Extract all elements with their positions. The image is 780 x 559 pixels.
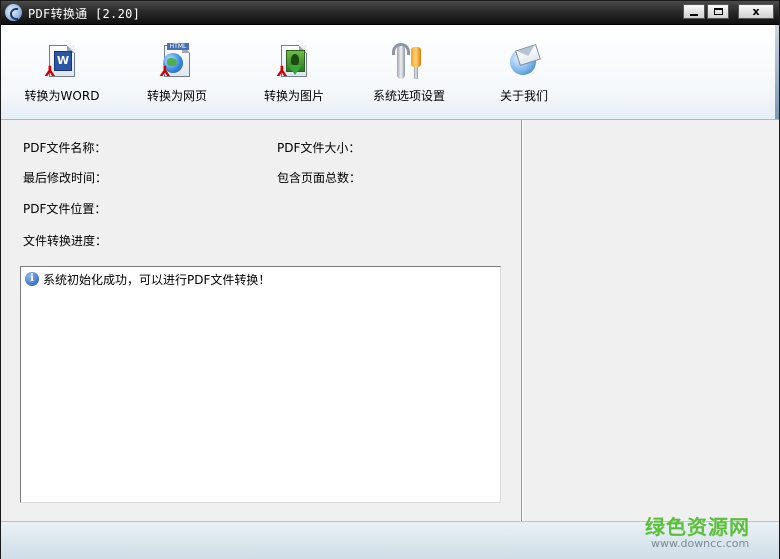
window-title: PDF转换通 [2.20] (28, 7, 141, 21)
pdf-to-html-icon: HTML ⅄ (157, 43, 197, 83)
toolbar: ⅄ 转换为WORD HTML ⅄ 转换为网页 ⅄ 转换为图片 (1, 25, 779, 120)
file-info-panel: PDF文件名称： PDF文件大小： 最后修改时间： 包含页面总数： PDF文件位… (1, 120, 521, 521)
convert-to-html-button[interactable]: HTML ⅄ 转换为网页 (141, 43, 213, 103)
pdf-to-word-icon: ⅄ (42, 43, 82, 83)
modified-time-label: 最后修改时间： (23, 171, 108, 185)
log-message: 系统初始化成功，可以进行PDF文件转换！ (43, 272, 271, 287)
settings-tools-icon (391, 43, 431, 83)
title-bar[interactable]: PDF转换通 [2.20] x (1, 1, 779, 25)
maximize-button[interactable] (707, 4, 729, 19)
list-item[interactable]: i 系统初始化成功，可以进行PDF文件转换！ (25, 271, 270, 287)
log-list[interactable]: i 系统初始化成功，可以进行PDF文件转换！ (20, 266, 501, 503)
about-mail-icon (504, 43, 544, 83)
app-logo-icon[interactable] (5, 4, 22, 21)
preview-panel (523, 120, 779, 521)
file-name-label: PDF文件名称： (23, 141, 107, 155)
close-button[interactable]: x (738, 4, 774, 19)
convert-to-html-label: 转换为网页 (146, 89, 207, 103)
watermark-text: 绿色资源网 (645, 515, 750, 539)
convert-to-image-label: 转换为图片 (263, 89, 324, 103)
convert-to-image-button[interactable]: ⅄ 转换为图片 (258, 43, 330, 103)
about-us-label: 关于我们 (499, 89, 548, 103)
watermark-url: www.downcc.com (651, 537, 750, 550)
minimize-icon (690, 13, 698, 16)
about-us-button[interactable]: 关于我们 (494, 43, 554, 103)
system-settings-label: 系统选项设置 (372, 89, 445, 103)
app-window: PDF转换通 [2.20] x ⅄ 转换为WORD HTML ⅄ (0, 0, 780, 559)
toolbar-edge (775, 25, 779, 119)
convert-to-word-label: 转换为WORD (24, 89, 100, 103)
file-location-label: PDF文件位置： (23, 202, 107, 216)
info-icon: i (25, 272, 39, 286)
close-icon: x (752, 5, 760, 18)
maximize-icon (713, 8, 723, 15)
pdf-to-image-icon: ⅄ (274, 43, 314, 83)
convert-to-word-button[interactable]: ⅄ 转换为WORD (23, 43, 101, 103)
page-count-label: 包含页面总数： (277, 171, 362, 185)
conversion-progress-label: 文件转换进度： (23, 234, 108, 248)
file-size-label: PDF文件大小： (277, 141, 361, 155)
system-settings-button[interactable]: 系统选项设置 (367, 43, 451, 103)
minimize-button[interactable] (683, 4, 705, 19)
